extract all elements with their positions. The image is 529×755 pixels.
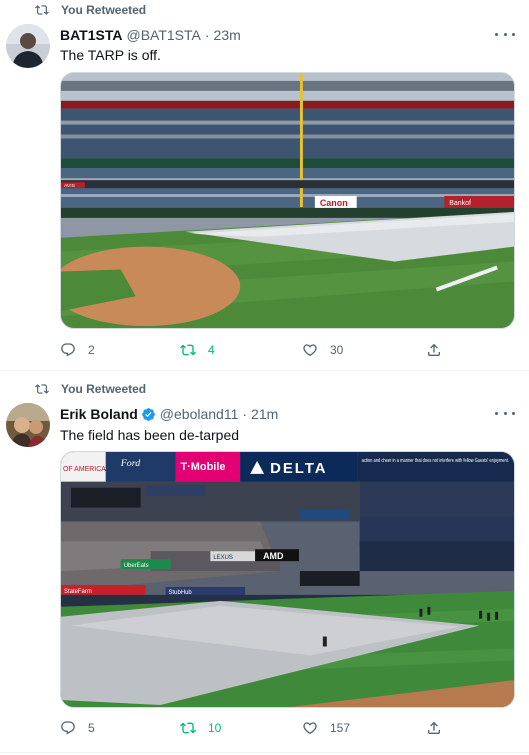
share-button[interactable] [426,720,454,736]
tweet-text: The field has been de-tarped [60,427,240,443]
tweet-text: The TARP is off. [60,47,161,63]
sponsor-sign: StateFarm [64,589,92,595]
retweet-label: You Retweeted [61,3,147,17]
retweet-icon [180,722,196,734]
banner-sign: OF AMERICA [63,466,106,473]
like-count: 157 [330,721,351,735]
heart-icon [303,722,317,735]
like-button[interactable]: 157 [302,720,350,736]
retweet-label: You Retweeted [61,382,147,396]
reply-icon [61,343,75,357]
sponsor-sign: Canon [320,198,348,208]
retweet-indicator: You Retweeted [35,3,146,17]
tweet[interactable]: You Retweeted BAT1STA @BAT1STA · 23m The… [0,0,529,371]
retweet-count: 4 [208,343,215,357]
tweet-divider [0,752,529,753]
tweet-header: BAT1STA @BAT1STA · 23m [60,27,241,43]
tweet-photo[interactable]: AVIS Canon Bankof [60,72,515,329]
sponsor-sign: AMD [263,551,284,561]
retweet-indicator: You Retweeted [35,382,146,396]
user-handle[interactable]: @eboland11 [160,406,239,422]
display-name[interactable]: BAT1STA [60,27,122,43]
retweet-count: 10 [208,721,222,735]
banner-sign: Ford [120,458,141,469]
sponsor-sign: Bankof [449,200,471,207]
action-bar: 5 10 157 [60,720,450,740]
sponsor-sign: UberEats [124,563,149,569]
sponsor-sign: AVIS [64,183,76,189]
retweet-button[interactable]: 10 [180,720,221,736]
reply-count: 5 [88,721,95,735]
user-handle[interactable]: @BAT1STA [126,27,200,43]
reply-button[interactable]: 2 [60,342,95,358]
timestamp[interactable]: 23m [214,27,241,43]
display-name[interactable]: Erik Boland [60,406,138,422]
avatar[interactable] [6,403,50,447]
retweet-icon [35,384,49,394]
banner-sign: DELTA [270,461,327,477]
sponsor-sign: LEXUS [213,555,233,561]
separator-dot: · [204,27,210,43]
reply-icon [61,721,75,735]
tweet-photo[interactable]: OF AMERICA Ford T·Mobile DELTA action an… [60,451,515,708]
timestamp[interactable]: 21m [251,406,278,422]
like-button[interactable]: 30 [302,342,343,358]
reply-count: 2 [88,343,95,357]
retweet-icon [35,5,49,15]
tweet-header: Erik Boland @eboland11 · 21m [60,406,278,422]
banner-sign: T·Mobile [180,461,225,473]
action-bar: 2 4 30 [60,342,450,362]
retweet-button[interactable]: 4 [180,342,215,358]
tweet[interactable]: You Retweeted Erik Boland @eboland11 · 2… [0,371,529,755]
more-options-icon[interactable] [495,27,515,41]
share-button[interactable] [426,342,454,358]
heart-icon [303,344,317,357]
stadium-grounds-crew-photo: OF AMERICA Ford T·Mobile DELTA action an… [61,452,514,707]
verified-badge-icon [141,407,155,421]
separator-dot: · [242,406,248,422]
retweet-icon [180,344,196,356]
avatar[interactable] [6,24,50,68]
share-icon [428,343,440,356]
like-count: 30 [330,343,344,357]
reply-button[interactable]: 5 [60,720,95,736]
share-icon [428,721,440,734]
more-options-icon[interactable] [495,406,515,420]
banner-sign: action and cheer in a manner that does n… [362,458,510,464]
stadium-tarp-photo: AVIS Canon Bankof [61,73,514,328]
